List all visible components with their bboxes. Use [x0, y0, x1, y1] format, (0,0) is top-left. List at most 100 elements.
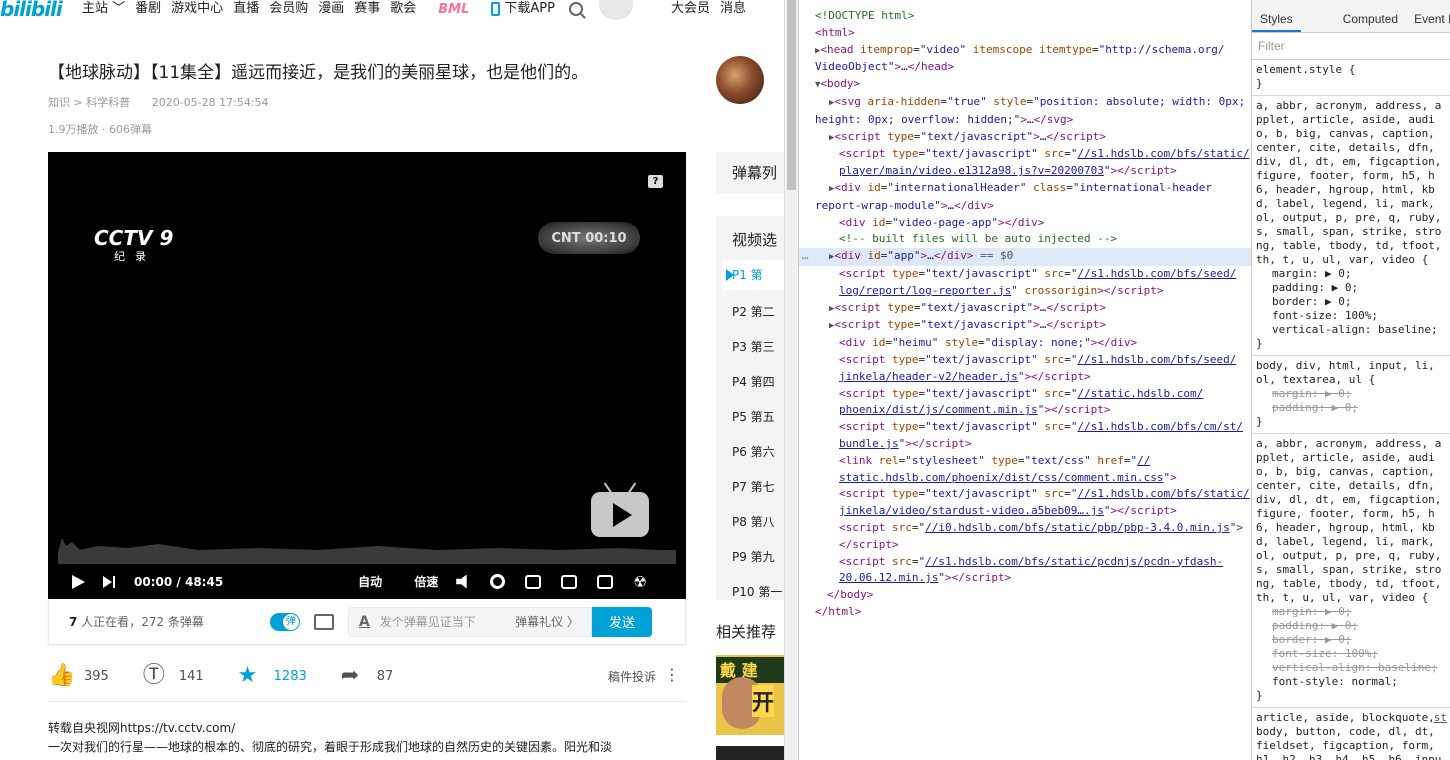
nav-esports[interactable]: 赛事 [354, 0, 380, 18]
dom-node[interactable]: <link rel="stylesheet" type="text/css" h… [815, 453, 1251, 470]
css-prop-overridden[interactable]: padding: ▶ 0; [1256, 619, 1445, 633]
css-prop-overridden[interactable]: border: ▶ 0; [1256, 633, 1445, 647]
video-player[interactable]: CCTV 9 纪录 CNT 00:10 ? 00:00 / 48:45 自动 倍… [48, 152, 686, 599]
coin-button[interactable]: Ⓣ 141 [143, 664, 204, 688]
play-icon[interactable] [72, 574, 85, 589]
danmaku-input[interactable]: A 发个弹幕见证当下 弹幕礼仪 〉 [347, 606, 592, 637]
related-thumbnail[interactable] [716, 746, 784, 760]
related-thumbnail[interactable]: 戴 建 开 [716, 655, 784, 735]
dom-node[interactable]: <!DOCTYPE html> [815, 8, 1251, 25]
next-icon[interactable] [103, 575, 117, 588]
nav-messages[interactable]: 消息 [720, 0, 746, 18]
dom-node[interactable]: ▶<div id="internationalHeader" class="in… [815, 180, 1251, 198]
dom-node[interactable]: <script type="text/javascript" src="//s1… [815, 266, 1251, 283]
search-icon[interactable] [568, 2, 583, 16]
more-icon[interactable]: ⋮ [664, 665, 680, 684]
css-prop-overridden[interactable]: margin: ▶ 0; [1256, 605, 1445, 619]
pip-icon[interactable] [525, 574, 542, 589]
fullscreen-icon[interactable]: ☢ [633, 574, 649, 590]
dom-node[interactable]: ▶<script type="text/javascript">…</scrip… [815, 300, 1251, 318]
quality-button[interactable]: 自动 [358, 573, 382, 590]
episode-item[interactable]: P9 第九 [732, 548, 775, 565]
settings-gear-icon[interactable] [490, 574, 506, 589]
dom-node[interactable]: </html> [815, 604, 1251, 621]
styles-filter-input[interactable]: Filter [1252, 33, 1450, 60]
nav-bml[interactable]: BML [438, 2, 469, 17]
nav-anime[interactable]: 番剧 [135, 0, 161, 18]
dom-node[interactable]: ▶<script type="text/javascript">…</scrip… [815, 129, 1251, 147]
danmaku-toggle[interactable] [269, 612, 300, 631]
dom-node[interactable]: <script type="text/javascript" src="//s1… [815, 419, 1251, 436]
css-prop[interactable]: font-style: normal; [1256, 675, 1445, 689]
css-prop-overridden[interactable]: font-size: 100%; [1256, 647, 1445, 661]
speed-button[interactable]: 倍速 [414, 573, 438, 590]
episode-item[interactable]: P7 第七 [732, 478, 775, 495]
style-rule-element[interactable]: element.style { } [1252, 60, 1450, 96]
episode-item[interactable]: P4 第四 [732, 373, 775, 390]
dom-node[interactable]: ▼<body> [815, 76, 1251, 94]
dom-node[interactable]: ▶<head itemprop="video" itemscope itemty… [815, 42, 1251, 60]
style-rule[interactable]: st article, aside, blockquote, body, but… [1252, 708, 1450, 760]
share-button[interactable]: ➦ 87 [341, 664, 394, 688]
dom-node[interactable]: <!-- built files will be auto injected -… [815, 231, 1251, 248]
episode-item[interactable]: P6 第六 [732, 443, 775, 460]
nav-concert[interactable]: 歌会 [390, 0, 416, 18]
nav-vip[interactable]: 大会员 [671, 0, 710, 18]
tab-computed[interactable]: Computed [1335, 12, 1406, 32]
danmaku-etiquette-link[interactable]: 弹幕礼仪 〉 [515, 613, 579, 630]
episode-item[interactable]: P10 第一 [732, 583, 782, 600]
style-rule[interactable]: body, div, html, input, li, ol, textarea… [1252, 356, 1450, 434]
dom-node[interactable]: <script type="text/javascript" src="//s1… [815, 486, 1251, 503]
style-rule[interactable]: a, abbr, acronym, address, applet, artic… [1252, 434, 1450, 708]
css-prop[interactable]: border: ▶ 0; [1256, 295, 1445, 309]
dom-node[interactable]: <script type="text/javascript" src="//s1… [815, 146, 1251, 163]
episode-item[interactable]: P1 第 [722, 260, 784, 290]
dom-node[interactable]: <script src="//s1.hdslb.com/bfs/static/p… [815, 554, 1251, 571]
nav-main[interactable]: 主站 ﹀ [82, 0, 125, 18]
nav-download-app[interactable]: 下载APP [504, 0, 555, 18]
dom-node[interactable]: ▶<script type="text/javascript">…</scrip… [815, 317, 1251, 335]
dom-node[interactable]: <script type="text/javascript" src="//st… [815, 386, 1251, 403]
elements-tree[interactable]: <!DOCTYPE html> <html> ▶<head itemprop="… [799, 0, 1251, 760]
video-category[interactable]: 知识 > 科学科普 [48, 96, 130, 109]
css-prop[interactable]: margin: ▶ 0; [1256, 267, 1445, 281]
css-prop[interactable]: vertical-align: baseline; [1256, 323, 1445, 337]
tab-styles[interactable]: Styles [1252, 12, 1301, 32]
font-style-icon[interactable]: A [359, 614, 370, 630]
dom-node[interactable]: <script src="//i0.hdslb.com/bfs/static/p… [815, 520, 1251, 537]
danmaku-settings-icon[interactable] [313, 613, 334, 630]
rule-source-link[interactable]: st [1434, 711, 1447, 725]
report-button[interactable]: 稿件投诉 [608, 668, 656, 685]
episode-item[interactable]: P3 第三 [732, 338, 775, 355]
avatar[interactable] [598, 0, 633, 20]
dom-node[interactable]: <html> [815, 25, 1251, 42]
css-prop[interactable]: padding: ▶ 0; [1256, 281, 1445, 295]
dom-node[interactable]: <div id="heimu" style="display: none;"><… [815, 335, 1251, 352]
nav-mall[interactable]: 会员购 [269, 0, 308, 18]
style-rule[interactable]: a, abbr, acronym, address, applet, artic… [1252, 96, 1450, 356]
css-prop-overridden[interactable]: padding: ▶ 0; [1256, 401, 1445, 415]
tab-event-listeners[interactable]: Event Listen [1406, 12, 1450, 32]
more-dots-icon[interactable]: … [802, 248, 809, 265]
css-prop-overridden[interactable]: margin: ▶ 0; [1256, 387, 1445, 401]
dom-node[interactable]: <script type="text/javascript" src="//s1… [815, 352, 1251, 369]
favorite-button[interactable]: ★ 1283 [238, 664, 307, 688]
widescreen-icon[interactable] [561, 574, 578, 589]
dom-node[interactable]: <div id="video-page-app"></div> [815, 215, 1251, 232]
dom-node[interactable]: </body> [815, 587, 1251, 604]
dom-node-selected[interactable]: … ▶<div id="app">…</div> == $0 [799, 248, 1251, 266]
css-prop[interactable]: font-size: 100%; [1256, 309, 1445, 323]
like-button[interactable]: 👍 395 [48, 664, 109, 688]
css-prop-overridden[interactable]: vertical-align: baseline; [1256, 661, 1445, 675]
episode-item[interactable]: P2 第二 [732, 303, 775, 320]
nav-manga[interactable]: 漫画 [318, 0, 344, 18]
nav-live[interactable]: 直播 [233, 0, 259, 18]
nav-game-center[interactable]: 游戏中心 [171, 0, 223, 18]
webfullscreen-icon[interactable] [597, 574, 614, 589]
danmaku-list-header[interactable]: 弹幕列 [716, 152, 784, 194]
help-icon[interactable]: ? [648, 175, 663, 188]
uploader-avatar[interactable] [716, 56, 764, 104]
episode-item[interactable]: P8 第八 [732, 513, 775, 530]
page-scrollbar[interactable] [784, 0, 798, 760]
bilibili-logo[interactable]: bilibili [0, 0, 72, 19]
